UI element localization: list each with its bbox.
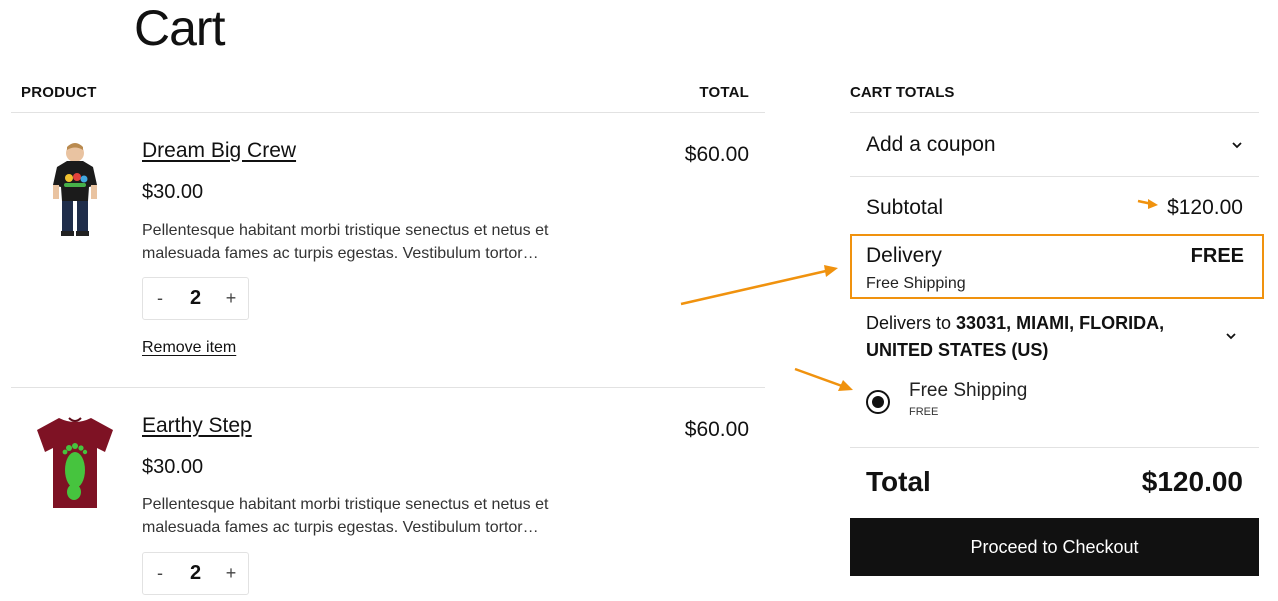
cart-totals-heading: CART TOTALS xyxy=(850,84,955,101)
quantity-stepper: - 2 + xyxy=(142,552,249,595)
page-title: Cart xyxy=(134,0,225,56)
product-name-link[interactable]: Earthy Step xyxy=(142,414,252,438)
shipping-option-price: FREE xyxy=(909,406,939,418)
product-name-link[interactable]: Dream Big Crew xyxy=(142,139,296,163)
chevron-down-icon xyxy=(1232,141,1242,148)
add-coupon-toggle[interactable]: Add a coupon xyxy=(850,113,1259,176)
subtotal-value: $120.00 xyxy=(1167,196,1243,219)
product-description: Pellentesque habitant morbi tristique se… xyxy=(142,222,549,262)
totals-divider xyxy=(850,176,1259,177)
product-unit-price: $30.00 xyxy=(142,181,204,203)
totals-divider xyxy=(850,447,1259,448)
total-label: Total xyxy=(866,466,931,497)
delivery-value: FREE xyxy=(1190,245,1244,267)
increase-quantity-button[interactable]: + xyxy=(221,288,241,309)
quantity-value[interactable]: 2 xyxy=(190,562,201,585)
decrease-quantity-button[interactable]: - xyxy=(150,288,170,309)
maroon-footprint-tshirt-image[interactable] xyxy=(31,412,119,512)
shipping-address: Delivers to 33031, MIAMI, FLORIDA, UNITE… xyxy=(866,310,1196,364)
annotation-arrow-icon xyxy=(1137,199,1158,209)
quantity-stepper: - 2 + xyxy=(142,277,249,320)
delivery-label: Delivery xyxy=(866,244,942,267)
coupon-label: Add a coupon xyxy=(866,132,996,156)
product-description: Pellentesque habitant morbi tristique se… xyxy=(142,496,549,536)
line-total: $60.00 xyxy=(684,418,749,441)
chevron-down-icon[interactable] xyxy=(1225,330,1237,342)
subtotal-label: Subtotal xyxy=(866,196,944,219)
kid-black-tshirt-image[interactable] xyxy=(31,139,119,239)
remove-item-link[interactable]: Remove item xyxy=(142,339,236,357)
product-unit-price: $30.00 xyxy=(142,456,204,478)
proceed-to-checkout-button[interactable]: Proceed to Checkout xyxy=(850,518,1259,576)
delivers-to-label: Delivers to xyxy=(866,313,952,333)
cart-item: Earthy Step $30.00 Pellentesque habitant… xyxy=(11,388,765,601)
annotation-arrow-icon xyxy=(794,367,853,391)
decrease-quantity-button[interactable]: - xyxy=(150,563,170,584)
cart-item: Dream Big Crew $30.00 Pellentesque habit… xyxy=(11,113,765,387)
delivery-row-highlight: Delivery FREE Free Shipping xyxy=(850,234,1264,299)
free-shipping-radio[interactable] xyxy=(866,390,890,414)
total-value: $120.00 xyxy=(1141,466,1243,497)
increase-quantity-button[interactable]: + xyxy=(221,563,241,584)
delivery-method: Free Shipping xyxy=(866,275,966,292)
product-column-header: PRODUCT xyxy=(21,84,97,101)
total-column-header: TOTAL xyxy=(699,84,749,101)
shipping-option-name[interactable]: Free Shipping xyxy=(909,380,1027,402)
line-total: $60.00 xyxy=(684,143,749,166)
quantity-value[interactable]: 2 xyxy=(190,287,201,310)
